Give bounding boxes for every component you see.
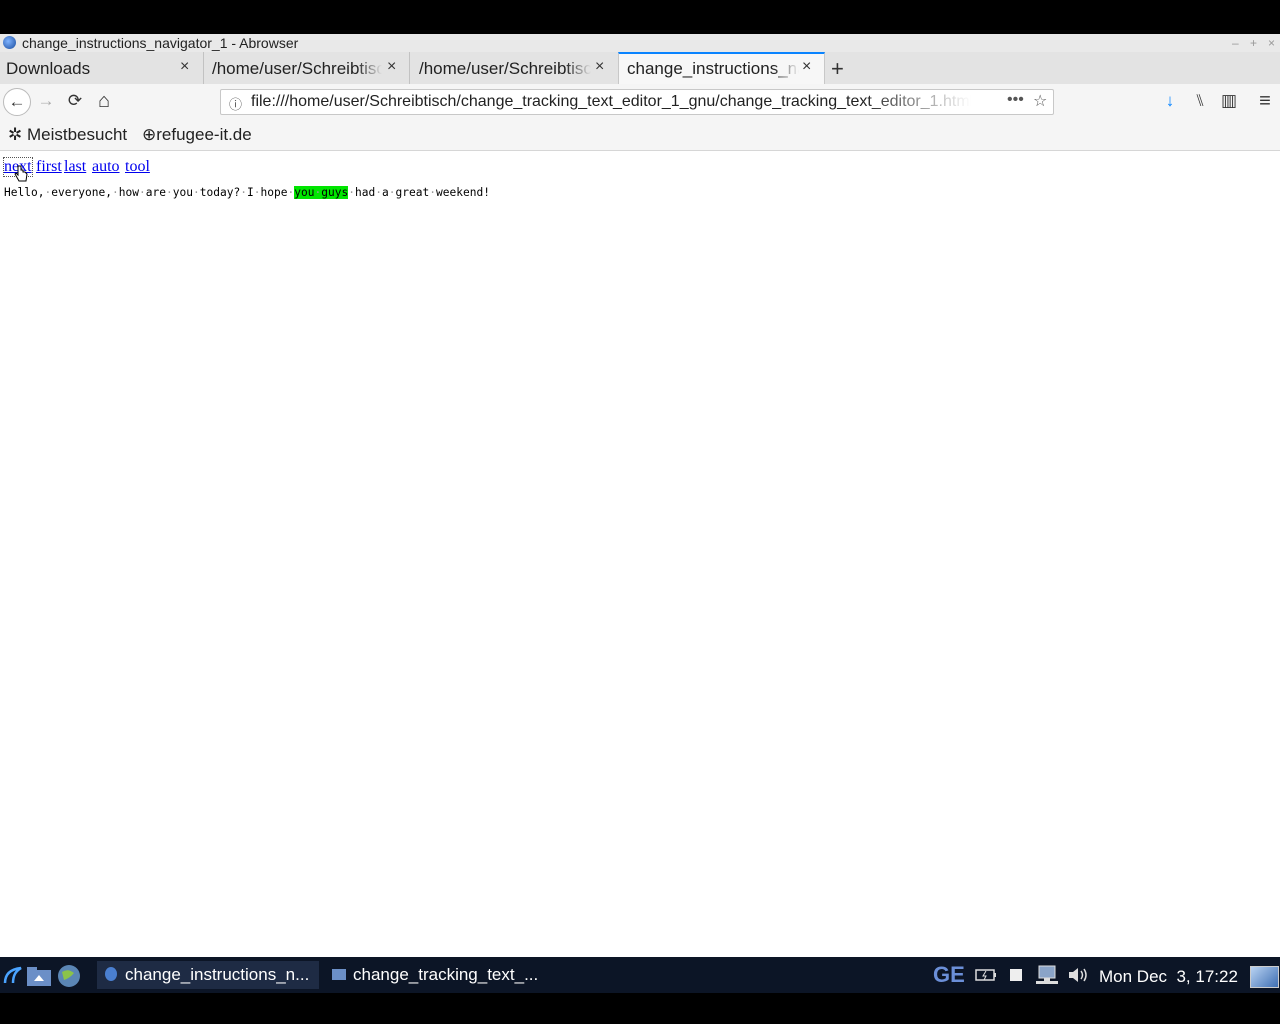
highlighted-text: you·guys (294, 186, 349, 199)
stop-icon[interactable] (1010, 969, 1022, 981)
tool-link[interactable]: tool (125, 158, 150, 176)
home-button[interactable]: ⌂ (91, 88, 117, 114)
tab-close-icon[interactable]: × (387, 58, 396, 76)
sidebar-icon[interactable]: ▥ (1216, 88, 1242, 114)
taskbar: change_instructions_n... change_tracking… (0, 957, 1280, 993)
menu-icon[interactable]: ≡ (1252, 88, 1278, 114)
browser-logo-icon (3, 36, 16, 49)
new-tab-button[interactable]: + (831, 56, 844, 82)
tab-schreibtisch-1[interactable]: /home/user/Schreibtisch × (204, 52, 410, 84)
bookmark-label: refugee-it.de (156, 125, 252, 144)
auto-link[interactable]: auto (92, 158, 120, 176)
folder-icon[interactable] (26, 965, 52, 987)
battery-icon[interactable] (975, 968, 997, 982)
taskbar-window-browser[interactable]: change_instructions_n... (97, 961, 319, 989)
taskbar-window-folder[interactable]: change_tracking_text_... (324, 961, 546, 989)
volume-icon[interactable] (1067, 966, 1089, 984)
tab-close-icon[interactable]: × (180, 58, 189, 76)
clock[interactable]: Mon Dec 3, 17:22 (1099, 967, 1238, 987)
browser-icon (105, 967, 117, 981)
start-menu-icon[interactable] (2, 965, 24, 987)
tab-downloads[interactable]: Downloads × (0, 52, 204, 84)
close-window-button[interactable]: × (1268, 34, 1275, 52)
url-text[interactable]: file:///home/user/Schreibtisch/change_tr… (251, 93, 971, 111)
tab-strip: Downloads × /home/user/Schreibtisch × /h… (0, 52, 1280, 85)
window-titlebar: change_instructions_navigator_1 - Abrows… (0, 34, 1280, 52)
hand-cursor-icon (14, 165, 28, 182)
reload-button[interactable]: ⟳ (62, 88, 88, 114)
gear-icon: ✲ (8, 125, 23, 144)
page-actions-icon[interactable]: ••• (1007, 91, 1024, 109)
text-after: ·had·a·great·weekend! (348, 186, 490, 199)
tab-label: /home/user/Schreibtisch (419, 59, 591, 78)
network-icon[interactable] (1035, 965, 1059, 985)
site-info-icon[interactable]: ⓘ (229, 94, 242, 113)
last-link[interactable]: last (64, 158, 86, 176)
bookmark-label: Meistbesucht (26, 125, 128, 144)
screen-border (0, 993, 1280, 1024)
bookmark-meistbesucht[interactable]: ✲ Meistbesucht (8, 125, 127, 145)
globe-icon: ⊕ (142, 125, 157, 144)
taskbar-window-label: change_tracking_text_... (353, 965, 539, 984)
tab-label: change_instructions_navigator_1 (627, 59, 799, 78)
tab-schreibtisch-2[interactable]: /home/user/Schreibtisch × (410, 52, 618, 84)
tab-close-icon[interactable]: × (595, 58, 604, 76)
bookmark-refugee-it[interactable]: ⊕refugee-it.de (142, 125, 252, 145)
download-icon[interactable]: ↓ (1157, 88, 1183, 114)
window-title: change_instructions_navigator_1 - Abrows… (22, 35, 299, 51)
tab-change-instructions[interactable]: change_instructions_navigator_1 × (618, 52, 825, 84)
show-desktop-icon[interactable] (1250, 966, 1279, 988)
bookmark-star-icon[interactable]: ☆ (1033, 91, 1047, 111)
folder-icon (332, 969, 346, 980)
document-text: Hello,·everyone,·how·are·you·today?·I·ho… (4, 186, 490, 199)
bookmarks-toolbar: ✲ Meistbesucht ⊕refugee-it.de (0, 120, 1280, 151)
tab-label: Downloads (6, 59, 91, 78)
text-before: Hello,·everyone,·how·are·you·today?·I·ho… (4, 186, 295, 199)
minimize-button[interactable]: – (1232, 34, 1239, 52)
first-link[interactable]: first (36, 158, 62, 176)
tab-label: /home/user/Schreibtisch (212, 59, 382, 78)
maximize-button[interactable]: + (1250, 34, 1257, 52)
page-content: next first last auto tool Hello,·everyon… (0, 151, 1280, 957)
library-icon[interactable]: ⑊ (1187, 88, 1213, 114)
back-button[interactable]: ← (3, 88, 31, 116)
globe-icon[interactable] (56, 964, 82, 988)
taskbar-window-label: change_instructions_n... (125, 965, 310, 984)
forward-button[interactable]: → (33, 88, 59, 114)
navigation-toolbar: ← → ⟳ ⌂ ⓘ file:///home/user/Schreibtisch… (0, 84, 1280, 120)
keyboard-layout-indicator[interactable]: GE (933, 962, 965, 988)
tab-close-icon[interactable]: × (802, 58, 811, 76)
url-bar[interactable]: ⓘ file:///home/user/Schreibtisch/change_… (220, 89, 1054, 115)
